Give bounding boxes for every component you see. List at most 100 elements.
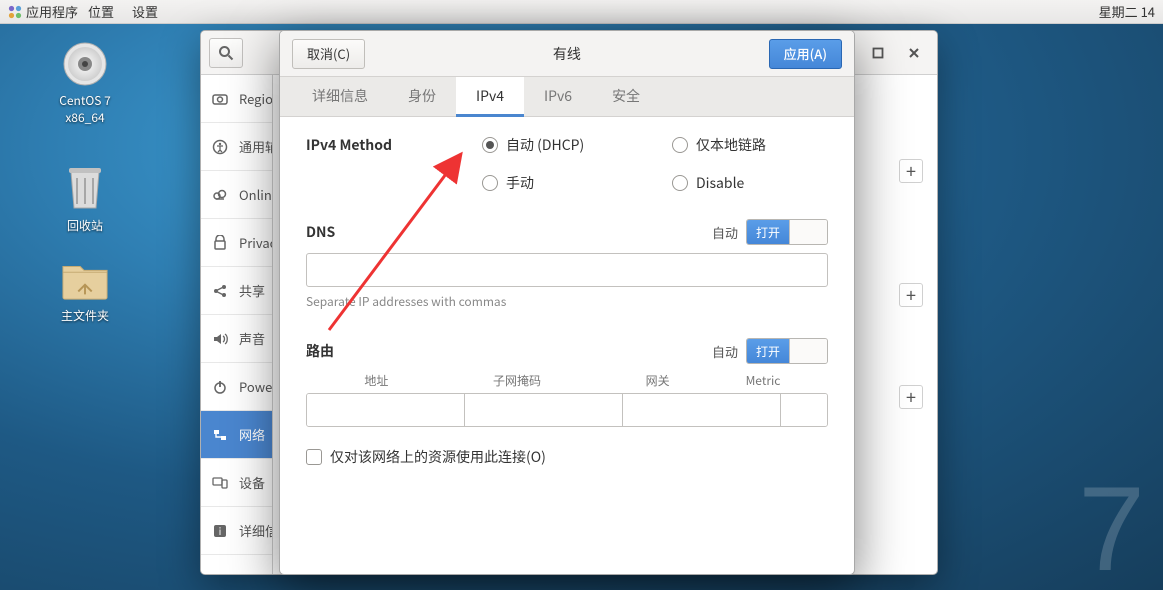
route-metric-input[interactable] [781, 394, 828, 426]
panel-apps: 应用程序 [26, 2, 78, 21]
sidebar-label: Online [239, 185, 272, 204]
maximize-button[interactable] [863, 39, 893, 67]
cloud-icon [211, 186, 229, 204]
close-icon [908, 47, 920, 59]
sidebar-item-region[interactable]: Region [201, 75, 272, 123]
radio-label: 手动 [506, 173, 534, 193]
tab-ipv6[interactable]: IPv6 [524, 77, 592, 117]
sidebar-item-online[interactable]: Online [201, 171, 272, 219]
add-connection-button-3[interactable]: + [899, 385, 923, 409]
activities-icon [8, 5, 22, 19]
activities-button[interactable]: 应用程序 [8, 2, 78, 21]
tab-identity[interactable]: 身份 [388, 77, 456, 117]
search-icon [218, 45, 234, 61]
add-connection-button-2[interactable]: + [899, 283, 923, 307]
top-panel: 应用程序 位置 设置 星期二 14 [0, 0, 1163, 24]
sound-icon [211, 330, 229, 348]
sidebar-item-power[interactable]: Power [201, 363, 272, 411]
dns-input[interactable] [306, 253, 828, 287]
sidebar-label: 共享 [239, 281, 265, 300]
dns-hint: Separate IP addresses with commas [306, 293, 828, 310]
routes-label: 路由 [306, 341, 712, 361]
sidebar-label: 详细信 [239, 521, 272, 540]
close-button[interactable] [899, 39, 929, 67]
toggle-on-label: 打开 [747, 220, 789, 244]
power-icon [211, 378, 229, 396]
desktop-cd-label1: CentOS 7 [45, 92, 125, 109]
settings-sidebar: Region 通用辅 Online Privacy 共享 声音 Power 网络… [201, 75, 273, 574]
route-gw-input[interactable] [623, 394, 781, 426]
svg-text:i: i [219, 523, 222, 538]
only-this-checkbox[interactable] [306, 449, 322, 465]
panel-places[interactable]: 位置 [88, 2, 114, 21]
sidebar-item-sound[interactable]: 声音 [201, 315, 272, 363]
radio-manual[interactable]: 手动 [482, 173, 672, 193]
desktop-icon-trash[interactable]: 回收站 [45, 165, 125, 234]
dns-auto-label: 自动 [712, 223, 738, 242]
sidebar-label: Privacy [239, 233, 272, 252]
dns-auto-toggle[interactable]: 打开 [746, 219, 828, 245]
col-gw: 网关 [587, 372, 728, 389]
search-button[interactable] [209, 38, 243, 68]
radio-label: 仅本地链路 [696, 135, 766, 155]
connection-dialog: 取消(C) 有线 应用(A) 详细信息 身份 IPv4 IPv6 安全 IPv4… [279, 30, 855, 575]
toggle-on-label: 打开 [747, 339, 789, 363]
sidebar-label: Power [239, 377, 272, 396]
privacy-icon [211, 234, 229, 252]
tab-security[interactable]: 安全 [592, 77, 660, 117]
radio-label: Disable [696, 173, 744, 193]
sidebar-item-devices[interactable]: 设备 [201, 459, 272, 507]
home-folder-icon [61, 255, 109, 303]
sidebar-item-share[interactable]: 共享 [201, 267, 272, 315]
sidebar-item-info[interactable]: i 详细信 [201, 507, 272, 555]
dialog-tabs: 详细信息 身份 IPv4 IPv6 安全 [280, 77, 854, 117]
sidebar-item-network[interactable]: 网络 [201, 411, 272, 459]
desktop-icon-cd[interactable]: CentOS 7 x86_64 [45, 40, 125, 126]
network-icon [211, 426, 229, 444]
dialog-header: 取消(C) 有线 应用(A) [280, 31, 854, 77]
dialog-title: 有线 [365, 44, 769, 64]
sidebar-label: 设备 [239, 473, 265, 492]
col-mask: 子网掩码 [447, 372, 588, 389]
add-connection-button-1[interactable]: + [899, 159, 923, 183]
routes-auto-toggle[interactable]: 打开 [746, 338, 828, 364]
radio-label: 自动 (DHCP) [506, 135, 584, 155]
devices-icon [211, 474, 229, 492]
cancel-button[interactable]: 取消(C) [292, 39, 365, 69]
tab-details[interactable]: 详细信息 [292, 77, 388, 117]
trash-icon [61, 165, 109, 213]
radio-disable[interactable]: Disable [672, 173, 822, 193]
radio-dot-icon [672, 175, 688, 191]
radio-dot-icon [482, 175, 498, 191]
universal-icon [211, 138, 229, 156]
routes-auto-label: 自动 [712, 342, 738, 361]
maximize-icon [872, 47, 884, 59]
camera-icon [211, 90, 229, 108]
desktop-trash-label: 回收站 [45, 217, 125, 234]
cd-icon [61, 40, 109, 88]
info-icon: i [211, 522, 229, 540]
route-column-headers: 地址 子网掩码 网关 Metric [306, 372, 828, 389]
only-this-label: 仅对该网络上的资源使用此连接(O) [330, 447, 546, 467]
radio-dot-icon [482, 137, 498, 153]
route-mask-input[interactable] [465, 394, 623, 426]
desktop-icon-home[interactable]: 主文件夹 [45, 255, 125, 324]
share-icon [211, 282, 229, 300]
radio-link-local[interactable]: 仅本地链路 [672, 135, 822, 155]
tab-ipv4[interactable]: IPv4 [456, 77, 524, 117]
watermark-7: 7 [1078, 460, 1145, 590]
radio-auto-dhcp[interactable]: 自动 (DHCP) [482, 135, 672, 155]
toggle-knob [789, 339, 827, 363]
dialog-content: IPv4 Method 自动 (DHCP) 仅本地链路 手动 Disable D… [280, 117, 854, 574]
sidebar-item-universal[interactable]: 通用辅 [201, 123, 272, 171]
sidebar-item-privacy[interactable]: Privacy [201, 219, 272, 267]
sidebar-label: 网络 [239, 425, 265, 444]
apply-button[interactable]: 应用(A) [769, 39, 842, 69]
panel-settings[interactable]: 设置 [132, 2, 158, 21]
radio-dot-icon [672, 137, 688, 153]
sidebar-label: 通用辅 [239, 137, 272, 156]
desktop-home-label: 主文件夹 [45, 307, 125, 324]
route-row [306, 393, 828, 427]
desktop-cd-label2: x86_64 [45, 109, 125, 126]
route-addr-input[interactable] [307, 394, 465, 426]
